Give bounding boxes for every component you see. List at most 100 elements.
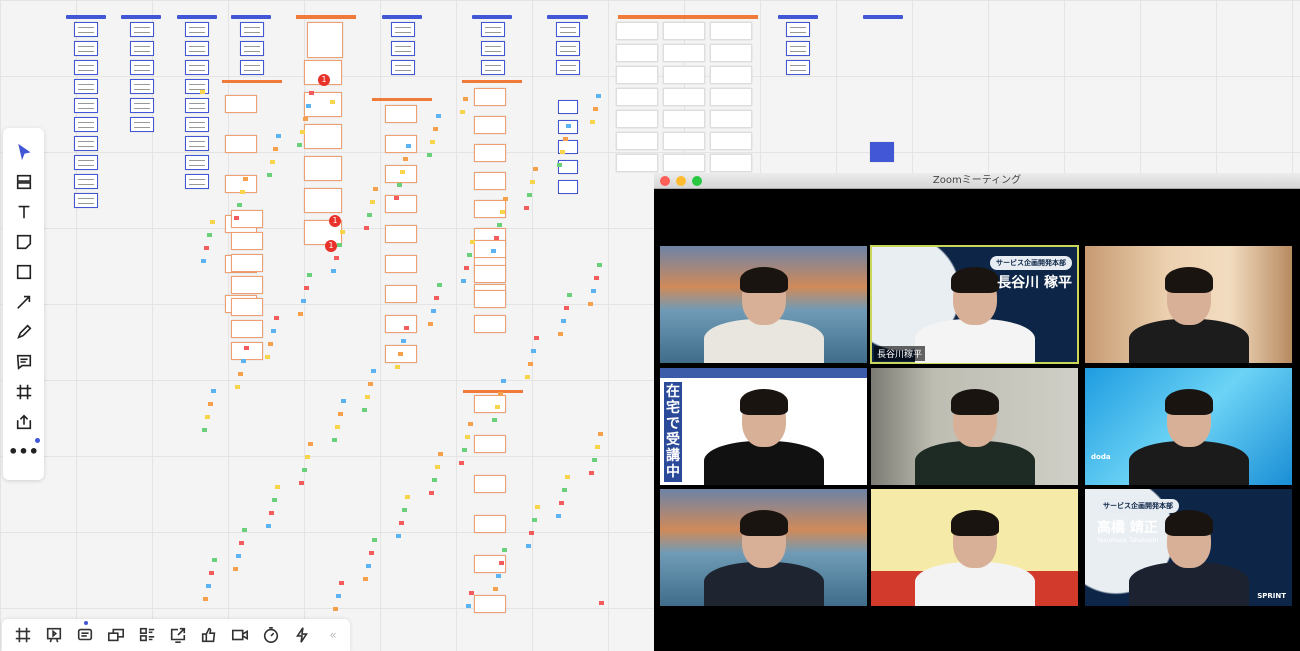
sticky-note[interactable] (242, 528, 247, 532)
sticky-note[interactable] (335, 425, 340, 429)
sticky-board-card[interactable] (663, 154, 705, 172)
sticky-note[interactable] (497, 223, 502, 227)
sticky-note[interactable] (308, 442, 313, 446)
sticky-board-card[interactable] (710, 88, 752, 106)
board-card[interactable] (185, 60, 209, 75)
sticky-note[interactable] (398, 352, 403, 356)
frame-header[interactable] (618, 15, 758, 19)
sticky-board-card[interactable] (710, 44, 752, 62)
board-card[interactable] (231, 298, 263, 316)
board-card[interactable] (786, 60, 810, 75)
sticky-note[interactable] (463, 97, 468, 101)
sticky-note[interactable] (406, 144, 411, 148)
sticky-note[interactable] (437, 283, 442, 287)
templates-icon[interactable] (11, 170, 37, 193)
sticky-note[interactable] (372, 538, 377, 542)
sticky-note[interactable] (556, 514, 561, 518)
sticky-note[interactable] (241, 359, 246, 363)
frame-header[interactable] (462, 80, 522, 83)
sticky-note[interactable] (332, 438, 337, 442)
sticky-note[interactable] (532, 518, 537, 522)
sticky-note[interactable] (340, 230, 345, 234)
board-card[interactable] (474, 395, 506, 413)
sticky-note[interactable] (535, 505, 540, 509)
board-card[interactable] (474, 265, 506, 283)
sticky-note[interactable] (566, 124, 571, 128)
board-card[interactable] (391, 41, 415, 56)
board-card[interactable] (474, 240, 506, 258)
sticky-note[interactable] (429, 491, 434, 495)
board-card[interactable] (474, 515, 506, 533)
sticky-note[interactable] (565, 475, 570, 479)
sticky-note[interactable] (469, 591, 474, 595)
sticky-note[interactable] (209, 571, 214, 575)
board-card[interactable] (385, 255, 417, 273)
sticky-note[interactable] (460, 110, 465, 114)
sticky-board-card[interactable] (616, 88, 658, 106)
participant-video-tile[interactable] (1085, 246, 1292, 363)
sticky-note[interactable] (275, 485, 280, 489)
sticky-note[interactable] (373, 187, 378, 191)
sticky-note[interactable] (243, 177, 248, 181)
sticky-note[interactable] (494, 236, 499, 240)
sticky-note[interactable] (212, 558, 217, 562)
sticky-note[interactable] (563, 137, 568, 141)
sticky-note[interactable] (362, 408, 367, 412)
sticky-note[interactable] (265, 355, 270, 359)
sticky-note[interactable] (562, 488, 567, 492)
sticky-note[interactable] (207, 233, 212, 237)
sticky-board-card[interactable] (616, 154, 658, 172)
board-card[interactable] (130, 98, 154, 113)
frame-header[interactable] (778, 15, 818, 19)
board-card[interactable] (225, 135, 257, 153)
sticky-note[interactable] (270, 160, 275, 164)
sticky-note[interactable] (594, 276, 599, 280)
board-card[interactable] (74, 60, 98, 75)
board-card[interactable] (474, 172, 506, 190)
sticky-note[interactable] (304, 286, 309, 290)
sticky-note[interactable] (434, 296, 439, 300)
sticky-note[interactable] (501, 379, 506, 383)
card-list-icon[interactable] (136, 624, 158, 647)
sticky-note[interactable] (303, 117, 308, 121)
board-card[interactable] (786, 22, 810, 37)
sticky-board-card[interactable] (616, 66, 658, 84)
board-card[interactable] (474, 88, 506, 106)
presentation-icon[interactable] (43, 624, 65, 647)
collapse-toolbar-icon[interactable]: « (322, 624, 344, 647)
sticky-note[interactable] (274, 316, 279, 320)
board-card[interactable] (240, 41, 264, 56)
sticky-note[interactable] (297, 143, 302, 147)
sticky-note[interactable] (400, 170, 405, 174)
sticky-note[interactable] (364, 226, 369, 230)
sticky-note[interactable] (273, 147, 278, 151)
board-card[interactable] (130, 79, 154, 94)
board-card[interactable] (74, 136, 98, 151)
frame-icon[interactable] (11, 380, 37, 403)
frame-header[interactable] (382, 15, 422, 19)
board-card[interactable] (474, 144, 506, 162)
board-card[interactable] (304, 188, 342, 213)
sticky-note[interactable] (427, 153, 432, 157)
board-card[interactable] (74, 41, 98, 56)
sticky-note[interactable] (401, 339, 406, 343)
sticky-note[interactable] (210, 220, 215, 224)
participant-video-tile[interactable]: doda (1085, 368, 1292, 485)
board-card[interactable] (481, 60, 505, 75)
sticky-note[interactable] (363, 577, 368, 581)
sticky-note[interactable] (589, 471, 594, 475)
sticky-note[interactable] (466, 604, 471, 608)
board-card[interactable] (474, 200, 506, 218)
board-card[interactable] (391, 60, 415, 75)
sticky-note[interactable] (200, 90, 205, 94)
sticky-note[interactable] (432, 478, 437, 482)
board-card[interactable] (185, 117, 209, 132)
board-card[interactable] (185, 79, 209, 94)
pen-icon[interactable] (11, 320, 37, 343)
board-card[interactable] (870, 142, 894, 162)
sticky-note[interactable] (334, 256, 339, 260)
frames-icon[interactable] (12, 624, 34, 647)
sticky-note[interactable] (235, 385, 240, 389)
connection-line-icon[interactable] (11, 290, 37, 313)
sticky-note[interactable] (590, 120, 595, 124)
